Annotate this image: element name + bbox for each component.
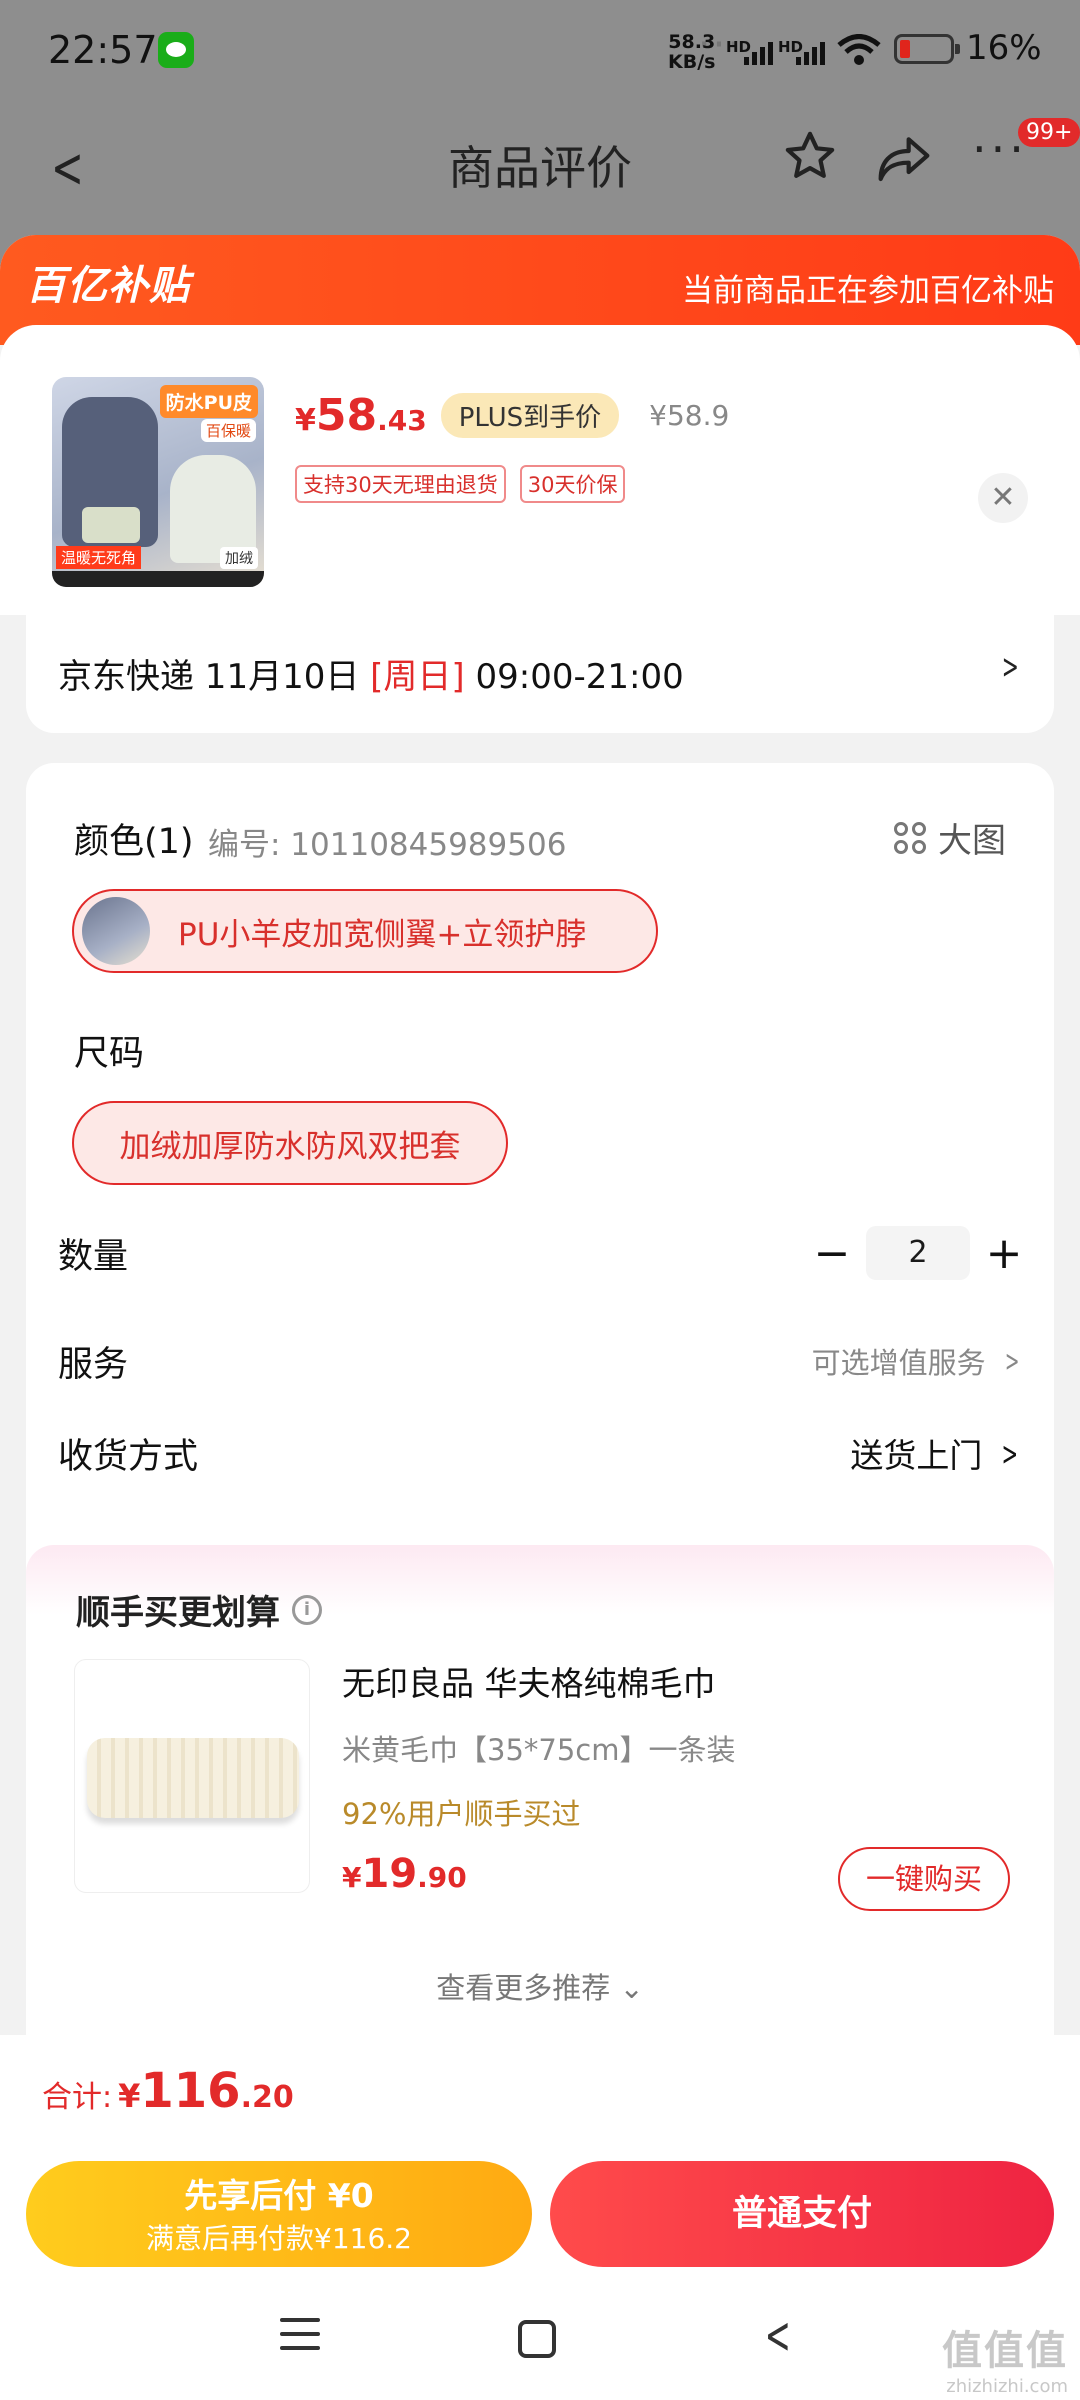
thumbnail-warm-label: 温暖无死角 [56,546,142,569]
quantity-value[interactable]: 2 [866,1226,970,1280]
network-speed: 58.3 KB/s [668,32,715,72]
close-icon[interactable]: ✕ [978,473,1028,523]
watermark-url: zhizhizhi.com [946,2376,1068,2397]
chevron-right-icon: > [1001,647,1019,687]
signal-sim2-icon: HD [778,38,834,66]
product-code: 编号: 10110845989506 [208,827,567,863]
recommended-product-name[interactable]: 无印良品 华夫格纯棉毛巾 [342,1657,716,1705]
pay-later-subtitle: 满意后再付款¥116.2 [146,2222,412,2255]
price-protect-tag: 30天价保 [519,465,626,503]
top-nav-bar: < 商品评价 ··· 99+ [0,110,1080,230]
total-amount: 合计: ¥116.20 [42,2063,294,2119]
pay-later-title: 先享后付 ¥0 [184,2176,374,2215]
shipping-label: 收货方式 [58,1436,199,1477]
chevron-right-icon: > [1001,1433,1019,1473]
size-label: 尺码 [74,1034,145,1074]
size-option-chip[interactable]: 加绒加厚防水防风双把套 [72,1101,508,1185]
system-back-icon[interactable]: < [765,2306,791,2366]
big-image-button[interactable]: 大图 [894,813,1006,862]
delivery-text: 京东快递 11月10日 [周日] 09:00-21:00 [58,657,684,697]
subsidy-logo: 百亿补贴 [26,263,190,309]
size-option-label: 加绒加厚防水防风双把套 [119,1128,461,1165]
thumbnail-seat-cover [62,397,158,547]
color-option-thumbnail [82,897,150,965]
delivery-weekday: [周日] [370,657,465,697]
current-price: ¥58.43 [295,389,427,441]
thumbnail-footer [52,571,264,587]
product-thumbnail[interactable]: 防水PU皮 百保暖 温暖无死角 加绒 [52,377,264,587]
recent-apps-icon[interactable] [280,2318,320,2360]
quantity-row: 数量 − 2 + [58,1223,1024,1283]
chevron-right-icon: > [1004,1344,1020,1378]
increase-button[interactable]: + [984,1228,1024,1279]
favorite-star-icon[interactable] [782,128,838,184]
product-summary: 防水PU皮 百保暖 温暖无死角 加绒 ¥58.43 PLUS到手价 ¥58.9 … [0,325,1080,615]
one-click-buy-button[interactable]: 一键购买 [838,1847,1010,1911]
big-image-label: 大图 [938,821,1006,861]
watermark: 值值值 zhizhizhi.com [942,2318,1068,2397]
wifi-icon [837,34,881,65]
system-nav-bar: < [0,2290,1080,2400]
thumbnail-tag: 防水PU皮 [159,385,258,418]
home-icon[interactable] [518,2320,556,2358]
recommended-product-sku: 米黄毛巾【35*75cm】一条装 [342,1733,736,1767]
recommendation-title: 顺手买更划算 i [76,1585,322,1634]
shipping-value: 送货上门 [850,1436,983,1475]
signal-sim1-icon: HD [726,38,782,66]
recommendation-card: 顺手买更划算 i 无印良品 华夫格纯棉毛巾 米黄毛巾【35*75cm】一条装 9… [26,1545,1054,2065]
towel-image[interactable] [74,1659,310,1893]
thumbnail-plus-label: 加绒 [220,547,258,569]
delivery-row[interactable]: 京东快递 11月10日 [周日] 09:00-21:00 > [26,615,1054,733]
quantity-stepper: − 2 + [812,1226,1024,1280]
service-row[interactable]: 服务 可选增值服务 > [58,1331,1024,1391]
price-row: ¥58.43 PLUS到手价 ¥58.9 [295,385,729,445]
recommendation-title-text: 顺手买更划算 [76,1593,280,1633]
network-speed-unit: KB/s [668,51,716,73]
service-label: 服务 [58,1344,129,1385]
share-icon[interactable] [876,132,932,184]
normal-pay-button[interactable]: 普通支付 [550,2161,1054,2267]
wechat-icon [158,32,194,68]
message-count-badge: 99+ [1018,118,1080,147]
return-policy-tag: 支持30天无理由退货 [295,465,506,503]
service-value: 可选增值服务 [811,1346,986,1380]
grid-view-icon [894,821,926,854]
watermark-logo: 值值值 [942,2328,1068,2374]
more-recommendations-link[interactable]: 查看更多推荐 ⌄ [26,1965,1054,2007]
service-tags: 支持30天无理由退货 30天价保 [295,465,626,503]
original-price: ¥58.9 [649,398,730,432]
color-option-label: PU小羊皮加宽侧翼+立领护脖 [178,916,587,953]
status-bar: 22:57 ··· 58.3 KB/s HD HD 16% [0,0,1080,100]
clock: 22:57 [48,28,158,72]
thumbnail-subtag: 百保暖 [200,419,256,442]
quantity-label: 数量 [58,1236,129,1277]
shipping-method-row[interactable]: 收货方式 送货上门 > [58,1423,1024,1483]
color-option-chip[interactable]: PU小羊皮加宽侧翼+立领护脖 [72,889,658,973]
bought-together-rate: 92%用户顺手买过 [342,1797,581,1831]
plus-price-badge: PLUS到手价 [440,392,620,438]
purchase-sheet: 百亿补贴 当前商品正在参加百亿补贴 防水PU皮 百保暖 温暖无死角 加绒 ¥58… [0,235,1080,2400]
battery-percent: 16% [966,28,1042,68]
battery-icon [894,34,960,64]
subsidy-note: 当前商品正在参加百亿补贴 [682,273,1054,309]
network-speed-value: 58.3 [668,31,716,53]
color-label: 颜色(1) [74,822,194,862]
info-icon[interactable]: i [292,1594,322,1625]
decrease-button[interactable]: − [812,1228,852,1279]
recommended-product-price: ¥19.90 [342,1851,467,1897]
pay-later-button[interactable]: 先享后付 ¥0 满意后再付款¥116.2 [26,2161,532,2267]
